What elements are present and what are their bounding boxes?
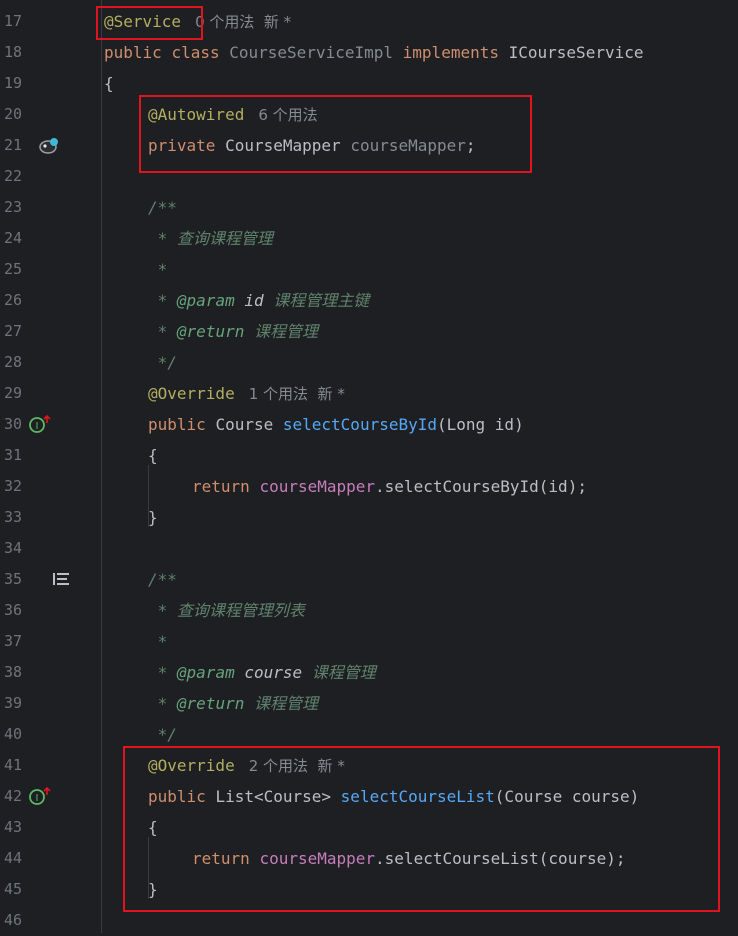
code-line-25[interactable]: * [148, 254, 168, 285]
code-line-18[interactable]: public class CourseServiceImpl implement… [104, 37, 643, 68]
usage-hint[interactable]: 6 个用法 [258, 106, 317, 124]
code-line-44[interactable]: return courseMapper.selectCourseList(cou… [192, 843, 625, 874]
code-line-19[interactable]: { [104, 68, 114, 99]
code-line-36[interactable]: * 查询课程管理列表 [148, 595, 305, 626]
code-line-17[interactable]: @Service 0 个用法 新 * [104, 6, 291, 38]
code-line-27[interactable]: * @return 课程管理 [148, 316, 318, 347]
code-line-33[interactable]: } [148, 502, 158, 533]
usage-hint[interactable]: 0 个用法 新 * [195, 13, 291, 31]
code-line-20[interactable]: @Autowired 6 个用法 [148, 99, 318, 131]
code-line-37[interactable]: * [148, 626, 168, 657]
code-line-41[interactable]: @Override 2 个用法 新 * [148, 750, 345, 782]
code-line-45[interactable]: } [148, 874, 158, 905]
code-line-32[interactable]: return courseMapper.selectCourseById(id)… [192, 471, 587, 502]
code-line-29[interactable]: @Override 1 个用法 新 * [148, 378, 345, 410]
code-line-38[interactable]: * @param course 课程管理 [148, 657, 376, 688]
usage-hint[interactable]: 1 个用法 新 * [249, 385, 345, 403]
usage-hint[interactable]: 2 个用法 新 * [249, 757, 345, 775]
code-line-26[interactable]: * @param id 课程管理主键 [148, 285, 370, 316]
line-number: 34 [4, 539, 23, 557]
line-number: 46 [4, 911, 23, 929]
code-line-42[interactable]: public List<Course> selectCourseList(Cou… [148, 781, 639, 812]
code-line-31[interactable]: { [148, 440, 158, 471]
code-line-30[interactable]: public Course selectCourseById(Long id) [148, 409, 524, 440]
code-line-21[interactable]: private CourseMapper courseMapper; [148, 130, 476, 161]
code-line-39[interactable]: * @return 课程管理 [148, 688, 318, 719]
code-line-24[interactable]: * 查询课程管理 [148, 223, 273, 254]
code-line-40[interactable]: */ [148, 719, 177, 750]
code-line-28[interactable]: */ [148, 347, 177, 378]
line-number: 22 [4, 167, 23, 185]
code-line-23[interactable]: /** [148, 192, 177, 223]
code-line-43[interactable]: { [148, 812, 158, 843]
code-line-35[interactable]: /** [148, 564, 177, 595]
